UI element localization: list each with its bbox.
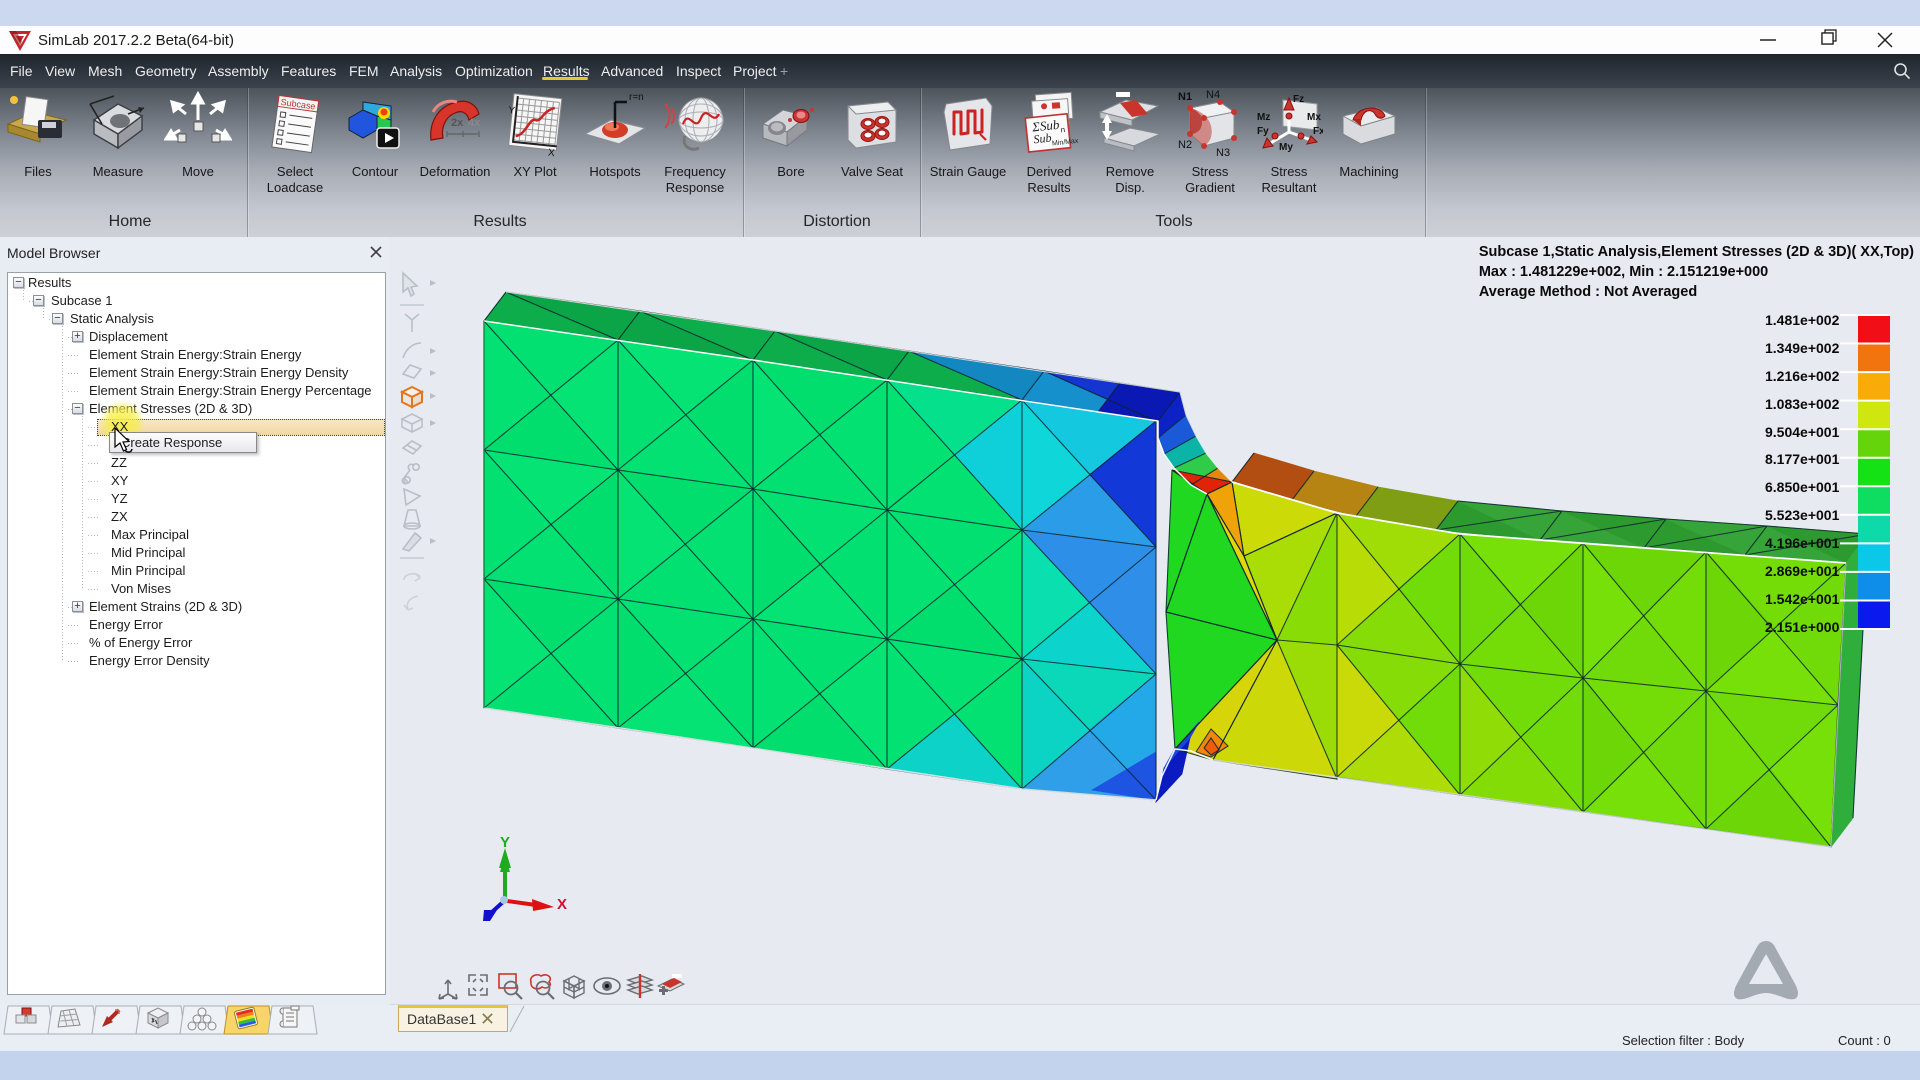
svg-text:Mx: Mx — [1307, 112, 1321, 123]
svg-text:My: My — [1279, 142, 1293, 153]
svg-text:Fy: Fy — [1257, 126, 1269, 137]
svg-text:Sub: Sub — [1033, 131, 1052, 147]
svg-text:Fx: Fx — [1313, 126, 1323, 137]
svg-text:N4: N4 — [1206, 90, 1220, 101]
svg-text:n: n — [1060, 125, 1065, 134]
svg-text:r=n: r=n — [629, 92, 644, 103]
svg-text:N2: N2 — [1178, 139, 1192, 151]
svg-text:Fz: Fz — [1293, 94, 1304, 105]
svg-text:2x: 2x — [451, 117, 464, 129]
svg-text:4x: 4x — [468, 117, 481, 129]
svg-text:Min/Max: Min/Max — [1052, 138, 1080, 148]
svg-text:X: X — [547, 148, 555, 160]
svg-text:N3: N3 — [1216, 147, 1230, 159]
svg-text:N1: N1 — [1178, 91, 1192, 103]
svg-text:X: X — [557, 896, 567, 913]
svg-text:Y: Y — [500, 834, 510, 851]
svg-text:Mz: Mz — [1257, 112, 1270, 123]
